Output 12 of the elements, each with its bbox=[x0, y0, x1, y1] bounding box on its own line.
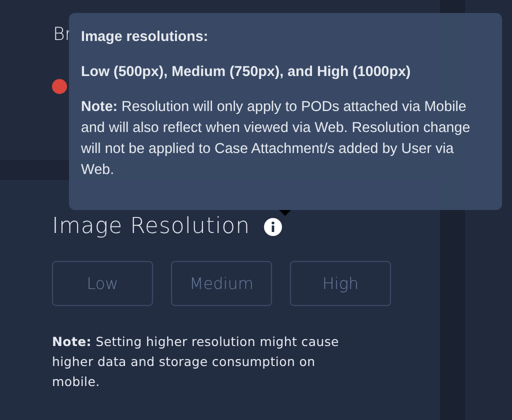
tooltip-title: Image resolutions: bbox=[81, 29, 210, 45]
resolution-option[interactable]: Low bbox=[52, 261, 153, 306]
section-title: Br bbox=[53, 24, 72, 45]
info-icon[interactable] bbox=[264, 218, 282, 236]
tooltip-arrow-icon bbox=[279, 210, 291, 216]
resolution-option[interactable]: Medium bbox=[171, 261, 272, 306]
resolution-option[interactable]: High bbox=[290, 261, 391, 306]
note-text: Note: Setting higher resolution might cause higher data and storage consumption on mobile. bbox=[52, 333, 340, 391]
color-swatch[interactable] bbox=[52, 79, 67, 94]
tooltip-text: Low (500px), Medium (750px), and High (1000px) bbox=[81, 64, 412, 80]
tooltip-note: Note: Resolution will only apply to PODs attached via Mobile and will also reflect when viewed via Web. Resolution change will not be applied to Case Attachment/s added by User via Web. bbox=[81, 98, 472, 180]
section-title: Image Resolution bbox=[52, 214, 250, 239]
